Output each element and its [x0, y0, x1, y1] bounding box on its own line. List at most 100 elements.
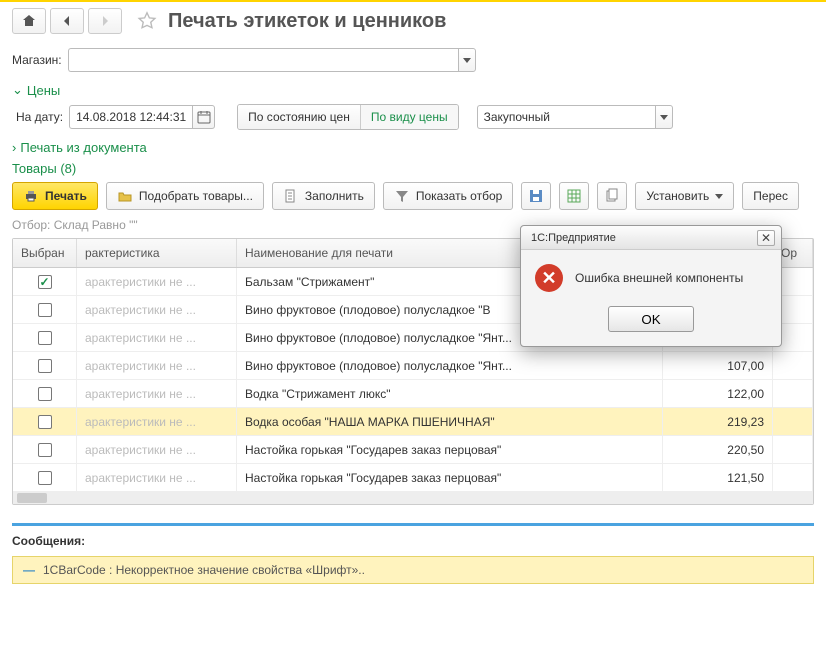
row-price[interactable]: 107,00 — [663, 352, 773, 379]
price-mode-by-type[interactable]: По виду цены — [361, 105, 458, 129]
dialog-title: 1С:Предприятие — [531, 232, 616, 244]
date-label: На дату: — [16, 110, 63, 124]
row-price[interactable]: 220,50 — [663, 436, 773, 463]
table-button[interactable] — [559, 182, 589, 210]
row-checkbox-cell — [13, 408, 77, 435]
favorite-star-icon[interactable] — [136, 10, 158, 32]
folder-icon — [117, 188, 133, 204]
document-icon — [283, 188, 299, 204]
prices-section-toggle[interactable]: ⌄ Цены — [12, 82, 814, 98]
arrow-right-icon — [97, 13, 113, 29]
reassign-label: Перес — [753, 189, 788, 203]
row-characteristic[interactable]: арактеристики не ... — [77, 408, 237, 435]
row-characteristic[interactable]: арактеристики не ... — [77, 324, 237, 351]
table-row[interactable]: арактеристики не ...Настойка горькая "Го… — [13, 464, 813, 492]
row-checkbox[interactable] — [38, 443, 52, 457]
price-mode-by-state[interactable]: По состоянию цен — [238, 105, 360, 129]
price-type-field[interactable]: Закупочный — [477, 105, 655, 129]
print-button-label: Печать — [45, 189, 87, 203]
row-characteristic[interactable]: арактеристики не ... — [77, 464, 237, 491]
row-characteristic[interactable]: арактеристики не ... — [77, 352, 237, 379]
date-picker-button[interactable] — [193, 105, 215, 129]
row-name[interactable]: Вино фруктовое (плодовое) полусладкое "Я… — [237, 352, 663, 379]
row-org[interactable] — [773, 380, 813, 407]
calendar-icon — [196, 109, 212, 125]
row-price[interactable]: 121,50 — [663, 464, 773, 491]
row-checkbox-cell — [13, 324, 77, 351]
table-row[interactable]: арактеристики не ...Водка особая "НАША М… — [13, 408, 813, 436]
row-checkbox[interactable] — [38, 303, 52, 317]
row-org[interactable] — [773, 464, 813, 491]
col-characteristic[interactable]: рактеристика — [77, 239, 237, 267]
row-price[interactable]: 219,23 — [663, 408, 773, 435]
table-row[interactable]: арактеристики не ...Водка "Стрижамент лю… — [13, 380, 813, 408]
fill-label: Заполнить — [305, 189, 364, 203]
filter-icon — [394, 188, 410, 204]
price-type-dropdown-button[interactable] — [655, 105, 673, 129]
row-org[interactable] — [773, 352, 813, 379]
row-name[interactable]: Водка "Стрижамент люкс" — [237, 380, 663, 407]
page-title: Печать этикеток и ценников — [168, 10, 446, 33]
row-checkbox-cell — [13, 296, 77, 323]
error-dialog: 1С:Предприятие ✕ ✕ Ошибка внешней компон… — [520, 225, 782, 347]
dialog-ok-button[interactable]: OK — [608, 306, 694, 332]
price-mode-segment: По состоянию цен По виду цены — [237, 104, 458, 130]
row-checkbox[interactable] — [38, 331, 52, 345]
row-name[interactable]: Настойка горькая "Государев заказ перцов… — [237, 464, 663, 491]
row-checkbox[interactable] — [38, 387, 52, 401]
row-org[interactable] — [773, 408, 813, 435]
store-label: Магазин: — [12, 53, 62, 67]
floppy-icon — [528, 188, 544, 204]
row-org[interactable] — [773, 436, 813, 463]
pick-goods-label: Подобрать товары... — [139, 189, 253, 203]
home-button[interactable] — [12, 8, 46, 34]
row-checkbox[interactable] — [38, 415, 52, 429]
reassign-button[interactable]: Перес — [742, 182, 799, 210]
row-name[interactable]: Водка особая "НАША МАРКА ПШЕНИЧНАЯ" — [237, 408, 663, 435]
row-characteristic[interactable]: арактеристики не ... — [77, 268, 237, 295]
message-text: 1CBarCode : Некорректное значение свойст… — [43, 563, 365, 577]
print-button[interactable]: Печать — [12, 182, 98, 210]
row-checkbox[interactable] — [38, 471, 52, 485]
row-characteristic[interactable]: арактеристики не ... — [77, 380, 237, 407]
row-checkbox[interactable] — [38, 275, 52, 289]
row-checkbox[interactable] — [38, 359, 52, 373]
chevron-down-icon — [715, 194, 723, 199]
table-row[interactable]: арактеристики не ...Настойка горькая "Го… — [13, 436, 813, 464]
row-checkbox-cell — [13, 268, 77, 295]
prices-section-title: Цены — [27, 83, 60, 98]
doc-section-title: Печать из документа — [20, 140, 146, 155]
goods-counter: Товары (8) — [12, 161, 814, 176]
error-icon: ✕ — [535, 264, 563, 292]
copy-button[interactable] — [597, 182, 627, 210]
dash-icon: — — [23, 563, 35, 577]
store-field[interactable] — [68, 48, 458, 72]
col-selected[interactable]: Выбран — [13, 239, 77, 267]
row-characteristic[interactable]: арактеристики не ... — [77, 436, 237, 463]
chevron-down-icon: ⌄ — [12, 82, 23, 98]
fill-button[interactable]: Заполнить — [272, 182, 375, 210]
save-button[interactable] — [521, 182, 551, 210]
doc-section-toggle[interactable]: › Печать из документа — [12, 140, 814, 155]
store-dropdown-button[interactable] — [458, 48, 476, 72]
grid-icon — [566, 188, 582, 204]
row-price[interactable]: 122,00 — [663, 380, 773, 407]
scrollbar-thumb[interactable] — [17, 493, 47, 503]
row-checkbox-cell — [13, 380, 77, 407]
set-button[interactable]: Установить — [635, 182, 734, 210]
pick-goods-button[interactable]: Подобрать товары... — [106, 182, 264, 210]
forward-button[interactable] — [88, 8, 122, 34]
table-row[interactable]: арактеристики не ...Вино фруктовое (плод… — [13, 352, 813, 380]
close-icon: ✕ — [761, 231, 771, 245]
dialog-close-button[interactable]: ✕ — [757, 230, 775, 246]
message-item[interactable]: — 1CBarCode : Некорректное значение свой… — [12, 556, 814, 584]
row-characteristic[interactable]: арактеристики не ... — [77, 296, 237, 323]
messages-title: Сообщения: — [12, 534, 814, 548]
date-field[interactable]: 14.08.2018 12:44:31 — [69, 105, 193, 129]
row-name[interactable]: Настойка горькая "Государев заказ перцов… — [237, 436, 663, 463]
horizontal-scrollbar[interactable] — [13, 492, 813, 504]
show-filter-label: Показать отбор — [416, 189, 502, 203]
show-filter-button[interactable]: Показать отбор — [383, 182, 513, 210]
home-icon — [21, 13, 37, 29]
back-button[interactable] — [50, 8, 84, 34]
